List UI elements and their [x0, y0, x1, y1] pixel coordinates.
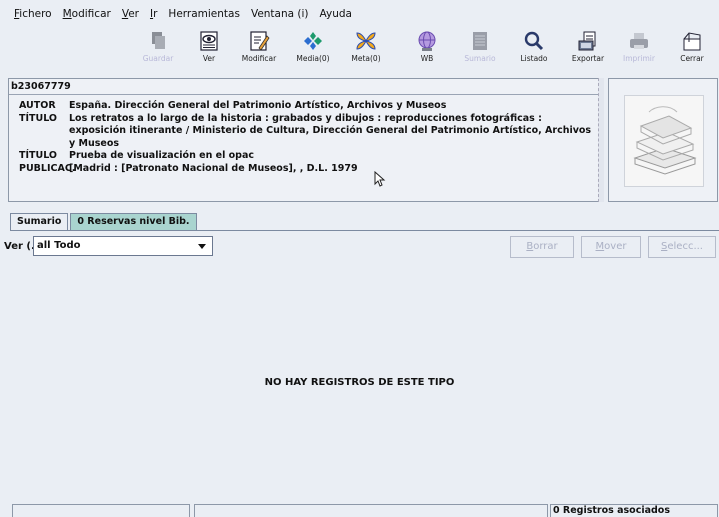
summary-icon — [473, 32, 487, 50]
status-cell-3: 0 Registros asociados — [550, 504, 718, 517]
menu-bar: Fichero Modificar Ver Ir Herramientas Ve… — [0, 0, 719, 28]
exportar-button[interactable]: Exportar — [561, 30, 615, 68]
wb-button[interactable]: WB — [400, 30, 454, 68]
chevron-down-icon — [198, 244, 206, 249]
field-titulo: TÍTULO Los retratos a lo largo de la his… — [19, 112, 542, 124]
listado-button[interactable]: Listado — [507, 30, 561, 68]
menu-modificar[interactable]: Modificar — [63, 8, 111, 20]
tab-divider — [10, 230, 719, 231]
imprimir-button[interactable]: Imprimir — [612, 30, 666, 68]
ver-button[interactable]: Ver — [182, 30, 236, 68]
eye-icon — [200, 31, 218, 51]
cerrar-button[interactable]: Cerrar — [665, 30, 719, 68]
seleccionar-button[interactable]: Selecc... — [648, 236, 716, 258]
record-fields: AUTOR España. Dirección General del Patr… — [19, 100, 599, 175]
status-bar: 0 Registros asociados — [0, 502, 719, 517]
menu-ventana[interactable]: Ventana (i) — [251, 8, 309, 20]
books-icon — [633, 106, 697, 175]
menu-ir[interactable]: Ir — [150, 8, 157, 20]
menu-herramientas[interactable]: Herramientas — [168, 8, 240, 20]
borrar-button[interactable]: Borrar — [510, 236, 574, 258]
field-titulo-cont: exposición itinerante / Ministerio de Cu… — [69, 125, 592, 136]
save-icon — [152, 32, 165, 49]
tab-strip: Sumario 0 Reservas nivel Bib. — [10, 213, 199, 230]
field-autor: AUTOR España. Dirección General del Patr… — [19, 100, 447, 111]
book-stack-image — [624, 95, 704, 187]
modificar-button[interactable]: Modificar — [232, 30, 286, 68]
tab-reservas[interactable]: 0 Reservas nivel Bib. — [70, 213, 197, 230]
edit-icon — [250, 31, 270, 51]
mouse-cursor-icon — [374, 171, 386, 187]
field-titulo-cont2: y Museos — [69, 137, 119, 149]
record-id: b23067779 — [9, 79, 603, 95]
record-scrollbar[interactable] — [598, 78, 604, 202]
field-publicac: PUBLICAC. [Madrid : [Patronato Nacional … — [19, 162, 358, 174]
menu-ayuda[interactable]: Ayuda — [320, 8, 352, 20]
tab-sumario[interactable]: Sumario — [10, 213, 69, 230]
media-button[interactable]: Media(0) — [286, 30, 340, 68]
print-icon — [630, 33, 648, 49]
toolbar: Guardar Ver Modificar Media(0) Meta(0) W… — [0, 28, 719, 70]
export-icon — [578, 31, 596, 51]
field-titulo-opac: TÍTULO Prueba de visualización en el opa… — [19, 150, 255, 161]
close-icon — [683, 32, 701, 51]
record-panel: b23067779 AUTOR España. Dirección Genera… — [8, 78, 604, 202]
menu-ver[interactable]: Ver — [122, 8, 139, 20]
view-select[interactable]: all Todo — [33, 236, 213, 256]
search-icon — [524, 31, 544, 51]
media-icon — [304, 32, 322, 50]
meta-button[interactable]: Meta(0) — [339, 30, 393, 68]
associated-records-count: 0 Registros asociados — [553, 505, 670, 516]
thumbnail-panel — [608, 78, 718, 202]
guardar-button[interactable]: Guardar — [131, 30, 185, 68]
web-icon — [418, 31, 436, 51]
meta-icon — [356, 32, 376, 50]
menu-fichero[interactable]: Fichero — [14, 8, 52, 20]
empty-list-message: NO HAY REGISTROS DE ESTE TIPO — [264, 377, 455, 388]
sumario-button[interactable]: Sumario — [453, 30, 507, 68]
status-cell-1 — [12, 504, 190, 517]
status-cell-2 — [194, 504, 548, 517]
mover-button[interactable]: Mover — [581, 236, 641, 258]
